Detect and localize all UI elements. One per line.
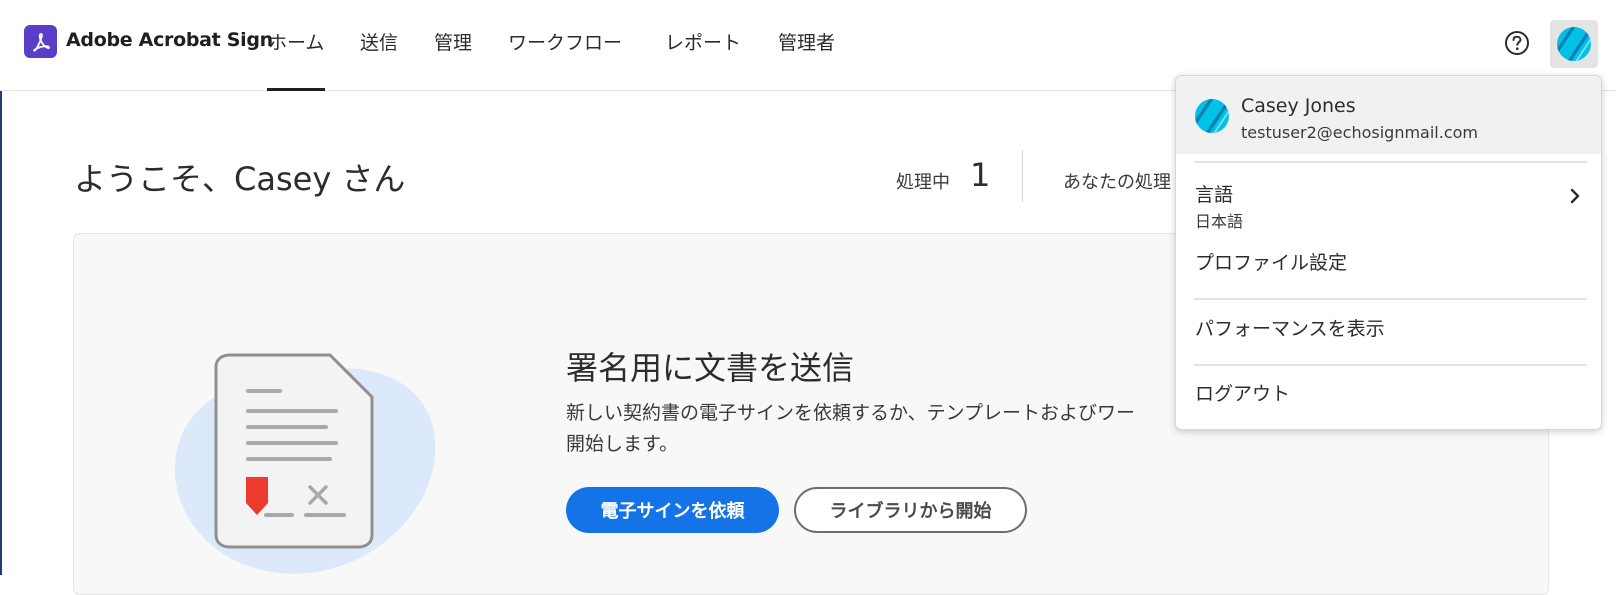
menu-divider <box>1194 364 1587 366</box>
in-progress-label[interactable]: 処理中 <box>896 168 950 194</box>
welcome-heading: ようこそ、Casey さん <box>74 160 406 198</box>
avatar-icon <box>1195 99 1229 133</box>
nav-send[interactable]: 送信 <box>360 28 398 55</box>
stat-divider <box>1022 150 1023 202</box>
document-illustration <box>160 345 440 575</box>
nav-workflow[interactable]: ワークフロー <box>508 28 622 55</box>
user-email: testuser2@echosignmail.com <box>1241 123 1478 142</box>
help-icon[interactable] <box>1504 30 1530 56</box>
user-profile-row[interactable]: Casey Jones testuser2@echosignmail.com <box>1176 76 1601 154</box>
menu-view-performance[interactable]: パフォーマンスを表示 <box>1195 314 1385 341</box>
start-from-library-button[interactable]: ライブラリから開始 <box>794 487 1027 533</box>
avatar-icon <box>1557 27 1591 61</box>
menu-divider <box>1194 161 1587 163</box>
request-signature-button[interactable]: 電子サインを依頼 <box>566 487 779 533</box>
menu-profile-settings[interactable]: プロファイル設定 <box>1195 248 1347 275</box>
nav-admin[interactable]: 管理者 <box>778 28 835 55</box>
card-description-line1: 新しい契約書の電子サインを依頼するか、テンプレートおよびワー <box>566 402 1136 424</box>
chevron-right-icon[interactable] <box>1568 186 1582 206</box>
menu-language-value: 日本語 <box>1195 212 1244 231</box>
app-brand-name[interactable]: Adobe Acrobat Sign <box>66 29 273 51</box>
card-description: 新しい契約書の電子サインを依頼するか、テンプレートおよびワー 開始します。 <box>566 398 1186 460</box>
acrobat-logo-icon[interactable] <box>24 25 57 58</box>
menu-divider <box>1194 298 1587 300</box>
user-avatar-button[interactable] <box>1550 20 1598 68</box>
card-description-line2: 開始します。 <box>566 433 679 455</box>
menu-logout[interactable]: ログアウト <box>1195 379 1290 406</box>
nav-manage[interactable]: 管理 <box>434 28 472 55</box>
card-title: 署名用に文書を送信 <box>566 349 855 387</box>
user-name: Casey Jones <box>1241 95 1356 117</box>
user-dropdown-menu: Casey Jones testuser2@echosignmail.com 言… <box>1175 75 1602 430</box>
your-action-label[interactable]: あなたの処理 <box>1063 168 1171 194</box>
menu-language[interactable]: 言語 <box>1195 180 1233 207</box>
in-progress-count[interactable]: 1 <box>970 156 990 194</box>
nav-reports[interactable]: レポート <box>665 28 741 55</box>
nav-home[interactable]: ホーム <box>266 28 326 91</box>
